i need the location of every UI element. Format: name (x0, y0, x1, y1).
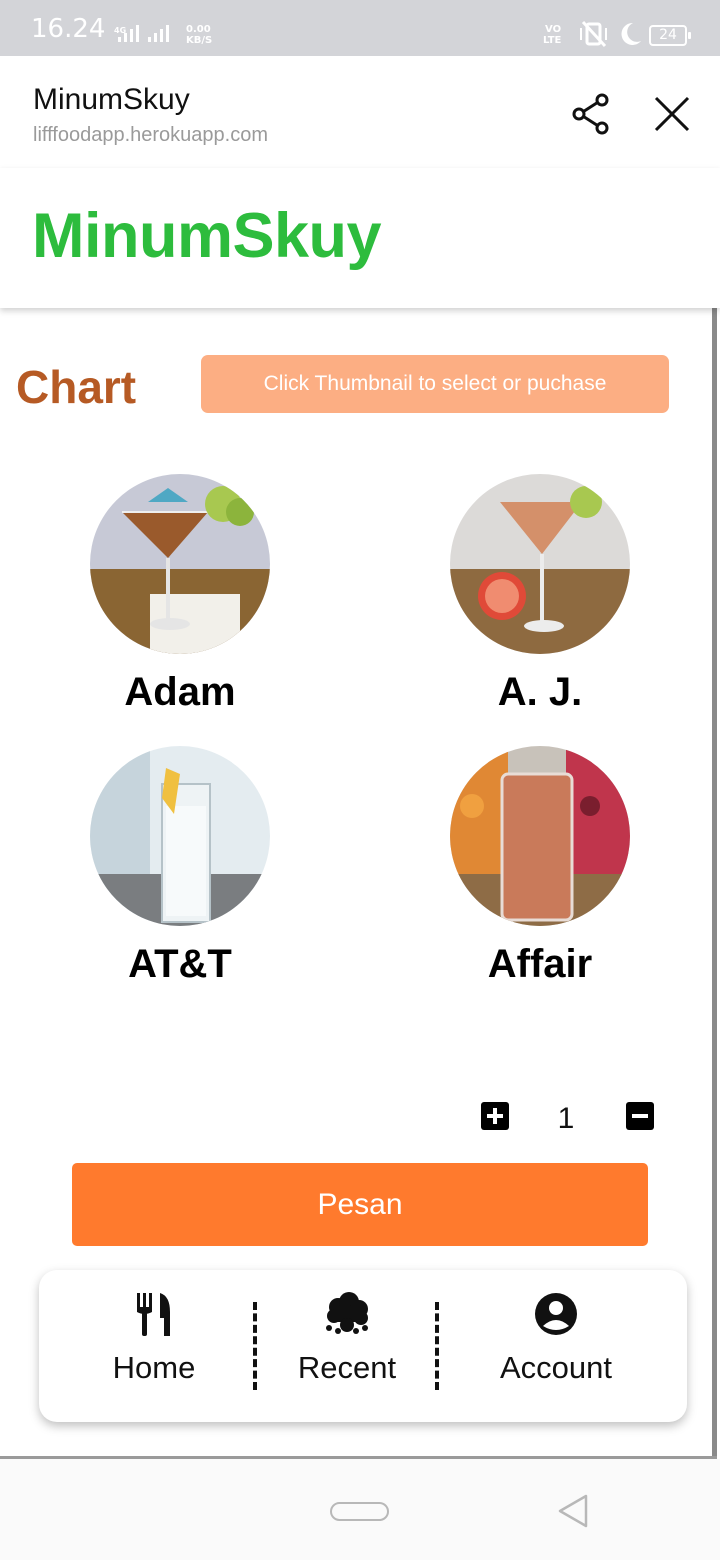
status-bar: 16.24 4G 0.00 KB/S VO LTE 24 (0, 0, 720, 56)
nav-divider (253, 1302, 257, 1390)
do-not-disturb-moon-icon (621, 22, 641, 45)
nav-item-home[interactable]: Home (94, 1292, 214, 1386)
drink-image (90, 746, 270, 926)
status-time: 16.24 (31, 14, 106, 44)
product-name: AT&T (128, 942, 232, 986)
product-card-affair[interactable]: Affair (450, 746, 630, 987)
home-pill-button[interactable] (330, 1502, 389, 1521)
quantity-decrease-button[interactable] (626, 1102, 654, 1130)
product-card-aj[interactable]: A. J. (450, 474, 630, 715)
volte-label: VO (545, 24, 562, 35)
system-navigation-bar (0, 1459, 720, 1560)
liff-title: MinumSkuy (33, 83, 190, 116)
fork-knife-icon (137, 1293, 170, 1336)
nav-label-home: Home (112, 1350, 196, 1385)
back-triangle-icon[interactable] (556, 1493, 590, 1529)
share-icon[interactable] (571, 92, 611, 136)
volte-lte-label: LTE (543, 35, 562, 46)
product-thumbnail[interactable] (90, 474, 270, 654)
hint-button[interactable]: Click Thumbnail to select or puchase (201, 355, 669, 413)
brand-title: MinumSkuy (32, 201, 382, 271)
liff-url: lifffoodapp.herokuapp.com (33, 124, 268, 146)
nav-divider (435, 1302, 439, 1390)
signal-strength-icon-2 (148, 25, 169, 42)
order-button[interactable]: Pesan (72, 1163, 648, 1246)
brand-area: MinumSkuy (0, 168, 720, 308)
product-thumbnail[interactable] (450, 474, 630, 654)
cocktail-image (90, 474, 270, 654)
quantity-value: 1 (557, 1102, 575, 1135)
close-icon[interactable] (652, 94, 692, 134)
quantity-increase-button[interactable] (481, 1102, 509, 1130)
nav-label-account: Account (499, 1350, 612, 1385)
liff-header: MinumSkuy lifffoodapp.herokuapp.com (0, 56, 720, 168)
cloud-icon (326, 1292, 368, 1334)
battery-indicator: 24 (649, 25, 691, 46)
drink-image (450, 746, 630, 926)
product-card-att[interactable]: AT&T (90, 746, 270, 987)
product-card-adam[interactable]: Adam (90, 474, 270, 715)
speed-value: 0.00 (186, 24, 211, 35)
bottom-navigation: Home Recent Account (39, 1270, 687, 1422)
scrollbar[interactable] (712, 308, 717, 1456)
product-name: Adam (124, 670, 236, 714)
section-title: Chart (16, 361, 137, 413)
product-thumbnail[interactable] (450, 746, 630, 926)
product-name: Affair (487, 942, 593, 986)
vibrate-off-icon (580, 20, 607, 48)
main-content: Chart Click Thumbnail to select or pucha… (0, 308, 712, 1458)
nav-label-recent: Recent (297, 1350, 397, 1385)
product-thumbnail[interactable] (90, 746, 270, 926)
cocktail-image (450, 474, 630, 654)
speed-unit: KB/S (186, 35, 213, 46)
signal-strength-icon (118, 25, 139, 42)
nav-item-account[interactable]: Account (486, 1292, 626, 1386)
account-circle-icon (535, 1293, 577, 1335)
nav-item-recent[interactable]: Recent (282, 1292, 412, 1386)
product-name: A. J. (497, 670, 583, 714)
